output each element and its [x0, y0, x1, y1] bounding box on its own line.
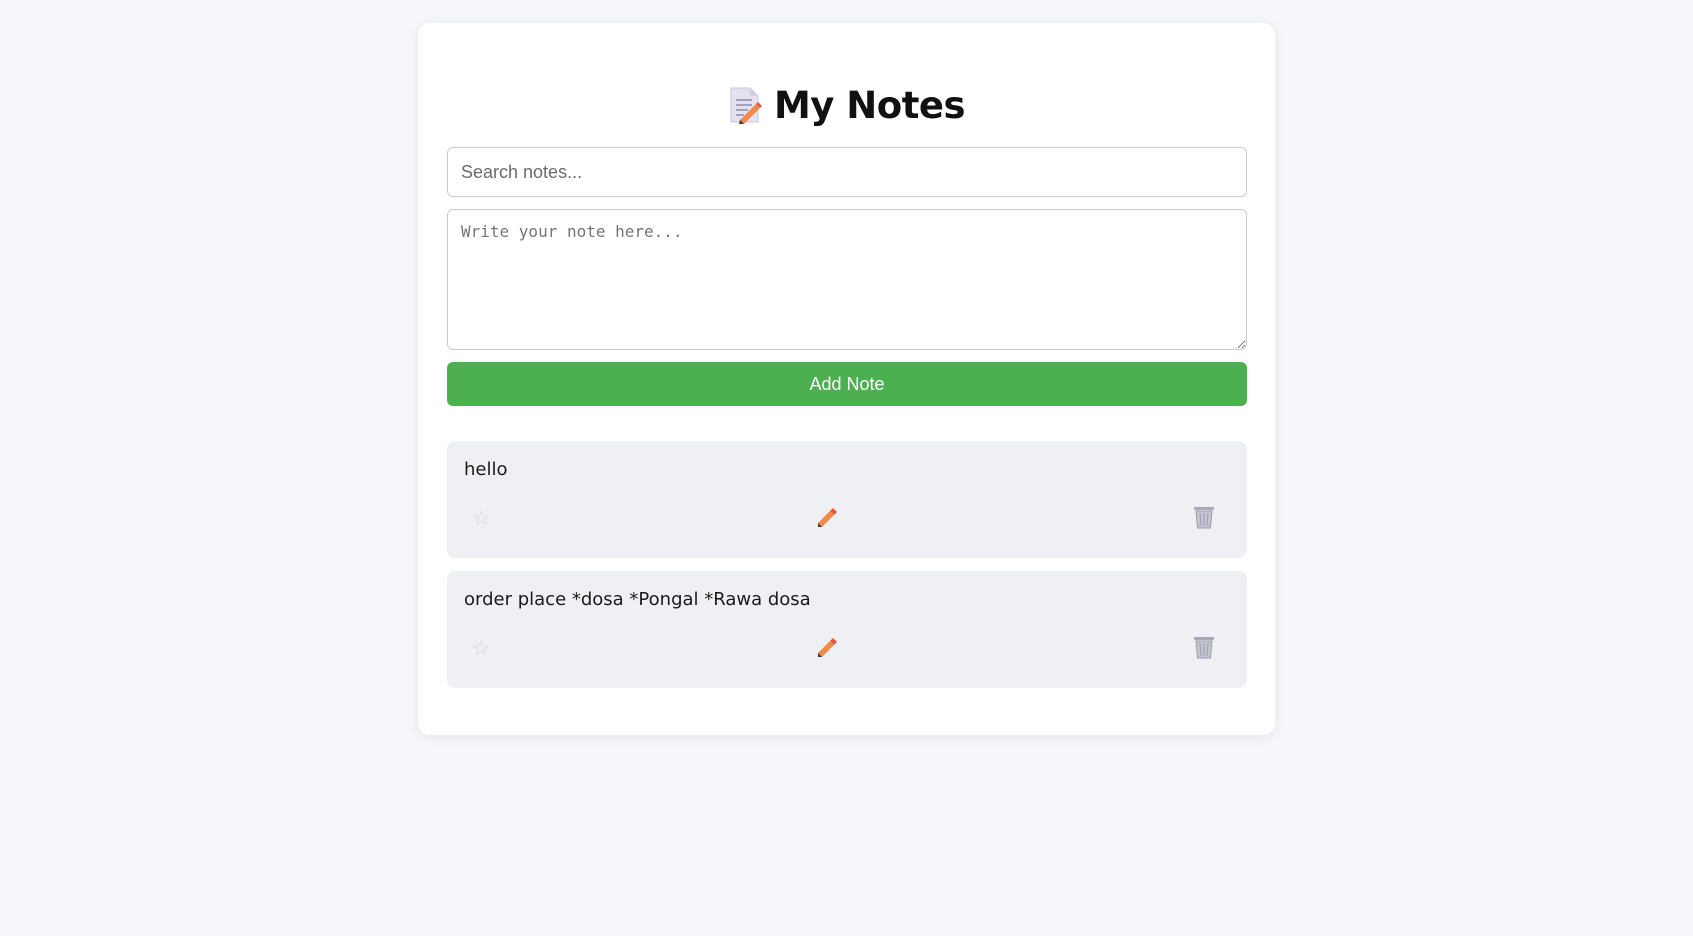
edit-button[interactable] — [812, 633, 842, 663]
delete-button[interactable] — [1189, 633, 1219, 663]
note-item: hello ☆ — [447, 441, 1247, 558]
memo-icon — [728, 86, 762, 124]
notes-card: My Notes Add Note hello ☆ — [418, 23, 1275, 735]
page-title: My Notes — [773, 83, 966, 127]
pencil-icon — [815, 635, 839, 662]
search-input[interactable] — [447, 147, 1247, 197]
star-button[interactable]: ☆ — [466, 503, 496, 533]
notes-list: hello ☆ order place *dosa *Pongal *Rawa … — [447, 441, 1247, 701]
trash-icon — [1193, 505, 1215, 532]
delete-button[interactable] — [1189, 503, 1219, 533]
star-button[interactable]: ☆ — [466, 633, 496, 663]
note-text: hello — [464, 459, 508, 480]
pencil-icon — [815, 505, 839, 532]
note-text: order place *dosa *Pongal *Rawa dosa — [464, 589, 811, 610]
note-textarea[interactable] — [447, 209, 1247, 350]
trash-icon — [1193, 635, 1215, 662]
note-item: order place *dosa *Pongal *Rawa dosa ☆ — [447, 571, 1247, 688]
star-icon: ☆ — [472, 636, 490, 660]
edit-button[interactable] — [812, 503, 842, 533]
header: My Notes — [418, 79, 1275, 131]
star-icon: ☆ — [472, 506, 490, 530]
add-note-button[interactable]: Add Note — [447, 362, 1247, 406]
